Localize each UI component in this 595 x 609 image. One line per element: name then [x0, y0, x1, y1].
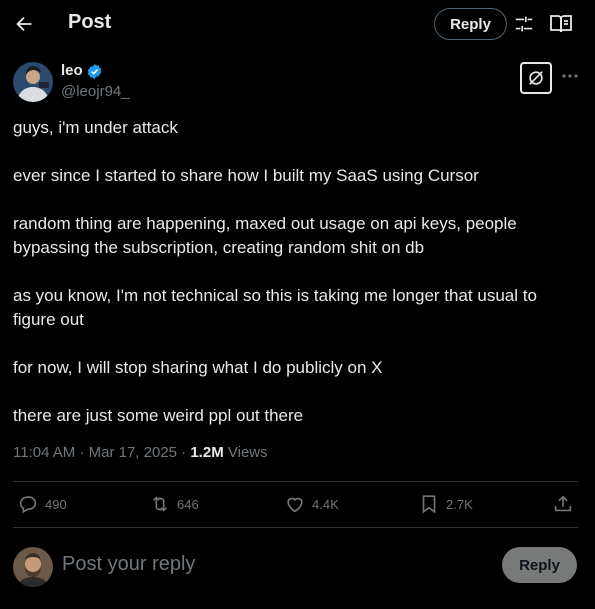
more-options-icon[interactable]: [560, 66, 580, 86]
post-paragraph: random thing are happening, maxed out us…: [13, 214, 517, 257]
back-arrow-icon[interactable]: [10, 10, 38, 38]
reply-composer: Reply: [0, 540, 595, 592]
reply-action[interactable]: 490: [17, 492, 67, 516]
heart-icon: [287, 497, 303, 513]
repost-icon: [152, 496, 168, 512]
post-meta: 11:04 AM · Mar 17, 2025 · 1.2M Views: [13, 444, 268, 461]
tune-icon[interactable]: [513, 13, 535, 35]
reply-submit-button[interactable]: Reply: [502, 547, 577, 583]
meta-separator: ·: [79, 444, 89, 461]
post-paragraph: ever since I started to share how I buil…: [13, 166, 479, 185]
views-label: Views: [227, 444, 268, 461]
post-paragraph: as you know, I'm not technical so this i…: [13, 286, 537, 329]
grok-icon[interactable]: [520, 62, 552, 94]
repost-count: 646: [177, 496, 199, 512]
reply-input[interactable]: [62, 553, 482, 576]
reader-icon[interactable]: [549, 13, 573, 35]
verified-badge-icon: [86, 63, 103, 80]
share-action[interactable]: [552, 492, 580, 516]
post-paragraph: guys, i'm under attack: [13, 118, 178, 137]
post-text: guys, i'm under attack ever since I star…: [13, 116, 578, 452]
top-bar: Post Reply: [0, 0, 595, 48]
like-action[interactable]: 4.4K: [284, 492, 339, 516]
post-date[interactable]: Mar 17, 2025: [89, 444, 177, 461]
share-icon: [554, 495, 572, 512]
repost-action[interactable]: 646: [149, 492, 199, 516]
action-bar: 490 646 4.4K 2.7K: [0, 482, 595, 527]
reply-button[interactable]: Reply: [434, 8, 507, 40]
author-handle[interactable]: @leojr94_: [61, 83, 130, 100]
divider: [13, 527, 578, 528]
bookmark-icon: [422, 495, 436, 514]
user-avatar[interactable]: [13, 547, 53, 587]
bookmark-count: 2.7K: [446, 496, 473, 512]
post-paragraph: there are just some weird ppl out there: [13, 406, 304, 425]
meta-separator: ·: [181, 444, 191, 461]
page-title: Post: [68, 11, 112, 33]
bookmark-action[interactable]: 2.7K: [418, 492, 473, 516]
post-time[interactable]: 11:04 AM: [13, 444, 75, 461]
views-count: 1.2M: [190, 444, 224, 461]
author-avatar[interactable]: [13, 62, 53, 102]
like-count: 4.4K: [312, 496, 339, 512]
reply-icon: [19, 496, 37, 514]
post-paragraph: for now, I will stop sharing what I do p…: [13, 358, 383, 377]
author-name[interactable]: leo: [61, 62, 83, 79]
reply-count: 490: [45, 496, 67, 512]
